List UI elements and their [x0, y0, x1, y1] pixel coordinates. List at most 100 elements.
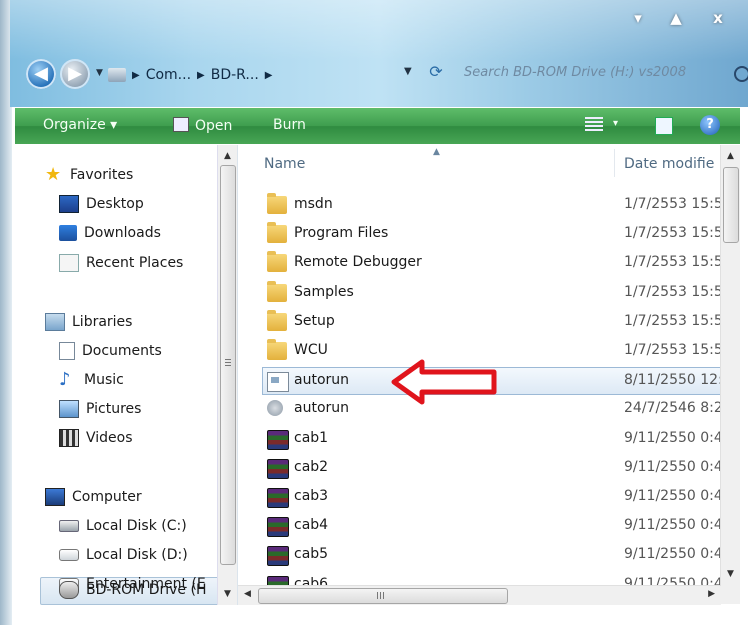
- search-input[interactable]: Search BD-ROM Drive (H:) vs2008: [456, 60, 748, 86]
- nav-documents[interactable]: Documents: [59, 339, 162, 363]
- breadcrumb-separator-icon[interactable]: ▶: [132, 70, 140, 81]
- views-icon[interactable]: [585, 117, 603, 131]
- title-bar: ▾ ▲ x ◀ ▶ ▼ ▶ Com... ▶ BD-R... ▶ ▼ ⟳ Sea…: [10, 0, 748, 107]
- nav-favorites[interactable]: ★ Favorites: [45, 163, 133, 187]
- file-row[interactable]: cab4 9/11/2550 0:4: [238, 513, 740, 541]
- file-list-horizontal-scrollbar[interactable]: ◀ ▶: [238, 585, 721, 605]
- scroll-up-icon[interactable]: ▲: [220, 149, 235, 163]
- bd-rom-drive-icon: [59, 581, 79, 599]
- file-row[interactable]: cab2 9/11/2550 0:4: [238, 455, 740, 483]
- nav-disk-d-label: Local Disk (D:): [86, 547, 188, 563]
- nav-desktop[interactable]: Desktop: [59, 192, 144, 216]
- file-row[interactable]: cab3 9/11/2550 0:4: [238, 484, 740, 512]
- file-row[interactable]: Program Files 1/7/2553 15:5: [238, 221, 740, 249]
- search-icon[interactable]: [734, 66, 748, 82]
- folder-icon: [267, 310, 287, 331]
- breadcrumb-separator-icon[interactable]: ▶: [265, 70, 273, 81]
- file-name: Remote Debugger: [294, 254, 422, 270]
- computer-icon: [45, 488, 65, 506]
- libraries-icon: [45, 313, 65, 331]
- back-button[interactable]: ◀: [26, 59, 56, 89]
- nav-disk-c-label: Local Disk (C:): [86, 518, 187, 534]
- file-name: WCU: [294, 342, 328, 358]
- preview-pane-icon[interactable]: [655, 117, 673, 135]
- file-name: Samples: [294, 284, 354, 300]
- burn-button[interactable]: Burn: [273, 117, 306, 133]
- file-row[interactable]: msdn 1/7/2553 15:5: [238, 192, 740, 220]
- folder-icon: [267, 222, 287, 243]
- column-header-date-modified[interactable]: Date modifie: [624, 156, 714, 172]
- recent-places-icon: [59, 254, 79, 272]
- folder-icon: [267, 251, 287, 272]
- nav-recent-places[interactable]: Recent Places: [59, 251, 183, 275]
- search-placeholder: Search BD-ROM Drive (H:) vs2008: [464, 65, 687, 80]
- computer-icon: [108, 68, 126, 82]
- nav-bdrom-label: BD-ROM Drive (H: [86, 582, 207, 598]
- nav-bd-rom[interactable]: BD-ROM Drive (H: [59, 578, 206, 602]
- recent-pages-dropdown[interactable]: ▼: [96, 68, 103, 78]
- file-row[interactable]: cab5 9/11/2550 0:4: [238, 542, 740, 570]
- nav-desktop-label: Desktop: [86, 196, 144, 212]
- forward-button[interactable]: ▶: [60, 59, 90, 89]
- column-header-name[interactable]: Name: [264, 156, 305, 172]
- nav-local-disk-d[interactable]: Local Disk (D:): [59, 543, 188, 567]
- nav-computer[interactable]: Computer: [45, 485, 142, 509]
- scrollbar-corner: [721, 585, 740, 604]
- downloads-icon: [59, 225, 77, 241]
- file-list-scroll-thumb[interactable]: [723, 167, 739, 243]
- file-name: Program Files: [294, 225, 389, 241]
- file-date-modified: 9/11/2550 0:4: [624, 430, 723, 446]
- breadcrumb-bdrom[interactable]: BD-R...: [211, 67, 259, 83]
- file-name: msdn: [294, 196, 333, 212]
- scroll-down-icon[interactable]: ▼: [724, 569, 737, 579]
- nav-pane-scrollbar[interactable]: ▲ ▼: [217, 145, 237, 605]
- videos-icon: [59, 429, 79, 447]
- maximize-button[interactable]: ▲: [658, 6, 694, 30]
- file-date-modified: 1/7/2553 15:5: [624, 254, 723, 270]
- forward-arrow-icon: ▶: [68, 63, 82, 84]
- nav-music-label: Music: [84, 372, 124, 388]
- local-disk-icon: [59, 549, 79, 561]
- archive-icon: [267, 430, 289, 450]
- open-icon: [173, 117, 189, 132]
- column-divider[interactable]: [614, 149, 615, 177]
- annotation-arrow: [391, 359, 497, 405]
- nav-libraries[interactable]: Libraries: [45, 310, 132, 334]
- nav-local-disk-c[interactable]: Local Disk (C:): [59, 514, 187, 538]
- file-row[interactable]: Samples 1/7/2553 15:5: [238, 280, 740, 308]
- file-row[interactable]: cab1 9/11/2550 0:4: [238, 426, 740, 454]
- explorer-window: ▾ ▲ x ◀ ▶ ▼ ▶ Com... ▶ BD-R... ▶ ▼ ⟳ Sea…: [0, 0, 748, 625]
- open-button[interactable]: Open: [173, 117, 232, 134]
- nav-pictures[interactable]: Pictures: [59, 397, 141, 421]
- file-date-modified: 9/11/2550 0:4: [624, 517, 723, 533]
- breadcrumb-separator-icon[interactable]: ▶: [197, 70, 205, 81]
- address-dropdown[interactable]: ▼: [404, 66, 412, 77]
- sort-ascending-icon: ▲: [433, 147, 440, 157]
- file-row[interactable]: Remote Debugger 1/7/2553 15:5: [238, 250, 740, 278]
- nav-computer-label: Computer: [72, 489, 142, 505]
- minimize-button[interactable]: ▾: [620, 6, 656, 30]
- nav-scroll-thumb[interactable]: [220, 165, 236, 565]
- nav-downloads[interactable]: Downloads: [59, 221, 161, 245]
- nav-videos[interactable]: Videos: [59, 426, 133, 450]
- scroll-down-icon[interactable]: ▼: [220, 587, 235, 601]
- file-list-vertical-scrollbar[interactable]: ▲ ▼: [720, 145, 740, 585]
- file-row[interactable]: Setup 1/7/2553 15:5: [238, 309, 740, 337]
- back-arrow-icon: ◀: [34, 63, 48, 84]
- nav-music[interactable]: ♪ Music: [59, 368, 124, 392]
- close-button[interactable]: x: [696, 6, 740, 30]
- views-dropdown[interactable]: ▾: [613, 118, 618, 129]
- scroll-right-icon[interactable]: ▶: [708, 589, 715, 599]
- horizontal-scroll-thumb[interactable]: [258, 588, 508, 604]
- file-name: autorun: [294, 400, 350, 416]
- file-name: cab4: [294, 517, 329, 533]
- refresh-button[interactable]: ⟳: [424, 62, 448, 84]
- organize-button[interactable]: Organize ▾: [43, 117, 117, 133]
- help-button[interactable]: ?: [700, 115, 720, 135]
- scroll-left-icon[interactable]: ◀: [244, 589, 251, 599]
- scroll-up-icon[interactable]: ▲: [724, 151, 737, 161]
- breadcrumb-computer[interactable]: Com...: [146, 67, 191, 83]
- scroll-grip-icon: [225, 359, 231, 367]
- file-date-modified: 1/7/2553 15:5: [624, 313, 723, 329]
- file-name: cab1: [294, 430, 329, 446]
